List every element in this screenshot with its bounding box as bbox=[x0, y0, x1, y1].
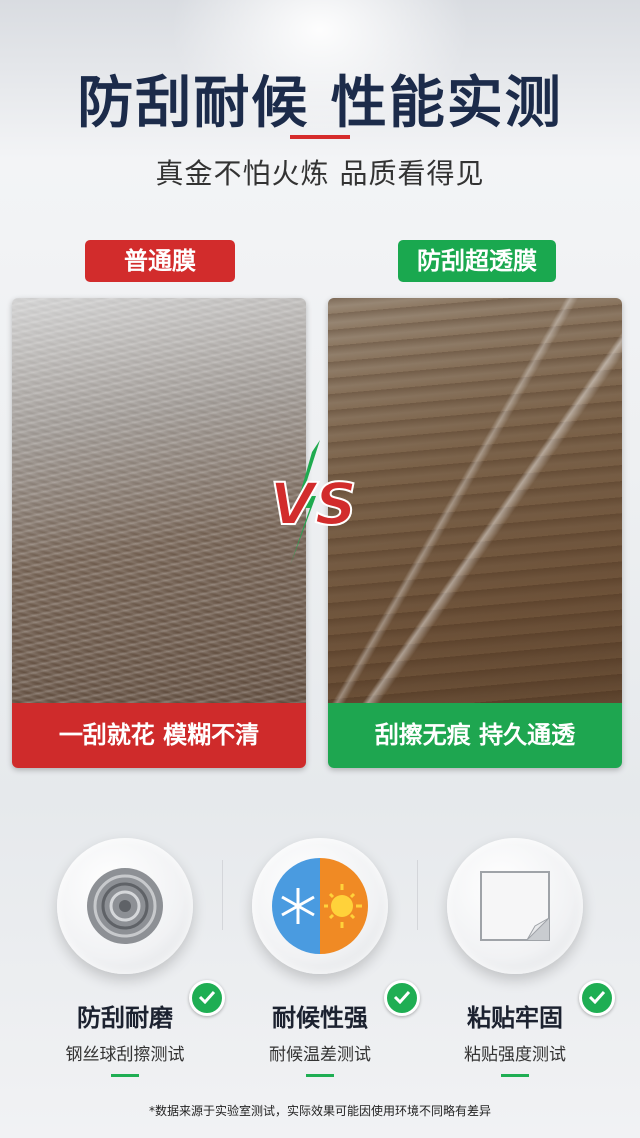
ordinary-film-label: 普通膜 bbox=[85, 240, 235, 282]
feature-badge bbox=[447, 838, 615, 1016]
feature-item-weather-resistance: 耐候性强 耐候温差测试 bbox=[220, 800, 420, 1100]
disclaimer-footnote: *数据来源于实验室测试，实际效果可能因使用环境不同略有差异 bbox=[148, 1104, 491, 1118]
scratch-resistant-film-panel: 刮擦无痕 持久通透 bbox=[328, 298, 622, 768]
vs-lightning-icon: VS bbox=[262, 438, 372, 568]
feature-underline bbox=[306, 1074, 334, 1077]
film-peel-icon bbox=[465, 856, 565, 956]
title-underline bbox=[290, 135, 350, 139]
feature-underline bbox=[111, 1074, 139, 1077]
feature-underline bbox=[501, 1074, 529, 1077]
page-subtitle: 真金不怕火炼 品质看得见 bbox=[155, 157, 485, 190]
feature-badge bbox=[252, 838, 420, 1016]
feature-title: 耐候性强 bbox=[272, 1004, 368, 1032]
snow-sun-icon bbox=[270, 856, 370, 956]
feature-list: 防刮耐磨 钢丝球刮擦测试 耐候性强 耐候温差测试 粘贴牢固 粘贴强度测试 bbox=[0, 800, 640, 1100]
feature-title: 防刮耐磨 bbox=[77, 1004, 173, 1032]
feature-badge bbox=[57, 838, 225, 1016]
page-title: 防刮耐候 性能实测 bbox=[77, 71, 563, 136]
ordinary-film-caption: 一刮就花 模糊不清 bbox=[12, 703, 306, 768]
feature-subtitle: 耐候温差测试 bbox=[269, 1045, 371, 1065]
feature-item-scratch-resistance: 防刮耐磨 钢丝球刮擦测试 bbox=[25, 800, 225, 1100]
feature-title: 粘贴牢固 bbox=[467, 1004, 563, 1032]
steel-wool-icon bbox=[75, 856, 175, 956]
feature-subtitle: 钢丝球刮擦测试 bbox=[65, 1045, 185, 1065]
scratch-resistant-film-caption: 刮擦无痕 持久通透 bbox=[328, 703, 622, 768]
clear-film-photo bbox=[328, 298, 622, 703]
scratch-resistant-film-label: 防刮超透膜 bbox=[398, 240, 556, 282]
feature-subtitle: 粘贴强度测试 bbox=[464, 1045, 566, 1065]
feature-item-adhesion: 粘贴牢固 粘贴强度测试 bbox=[415, 800, 615, 1100]
vs-text: VS bbox=[270, 470, 357, 538]
